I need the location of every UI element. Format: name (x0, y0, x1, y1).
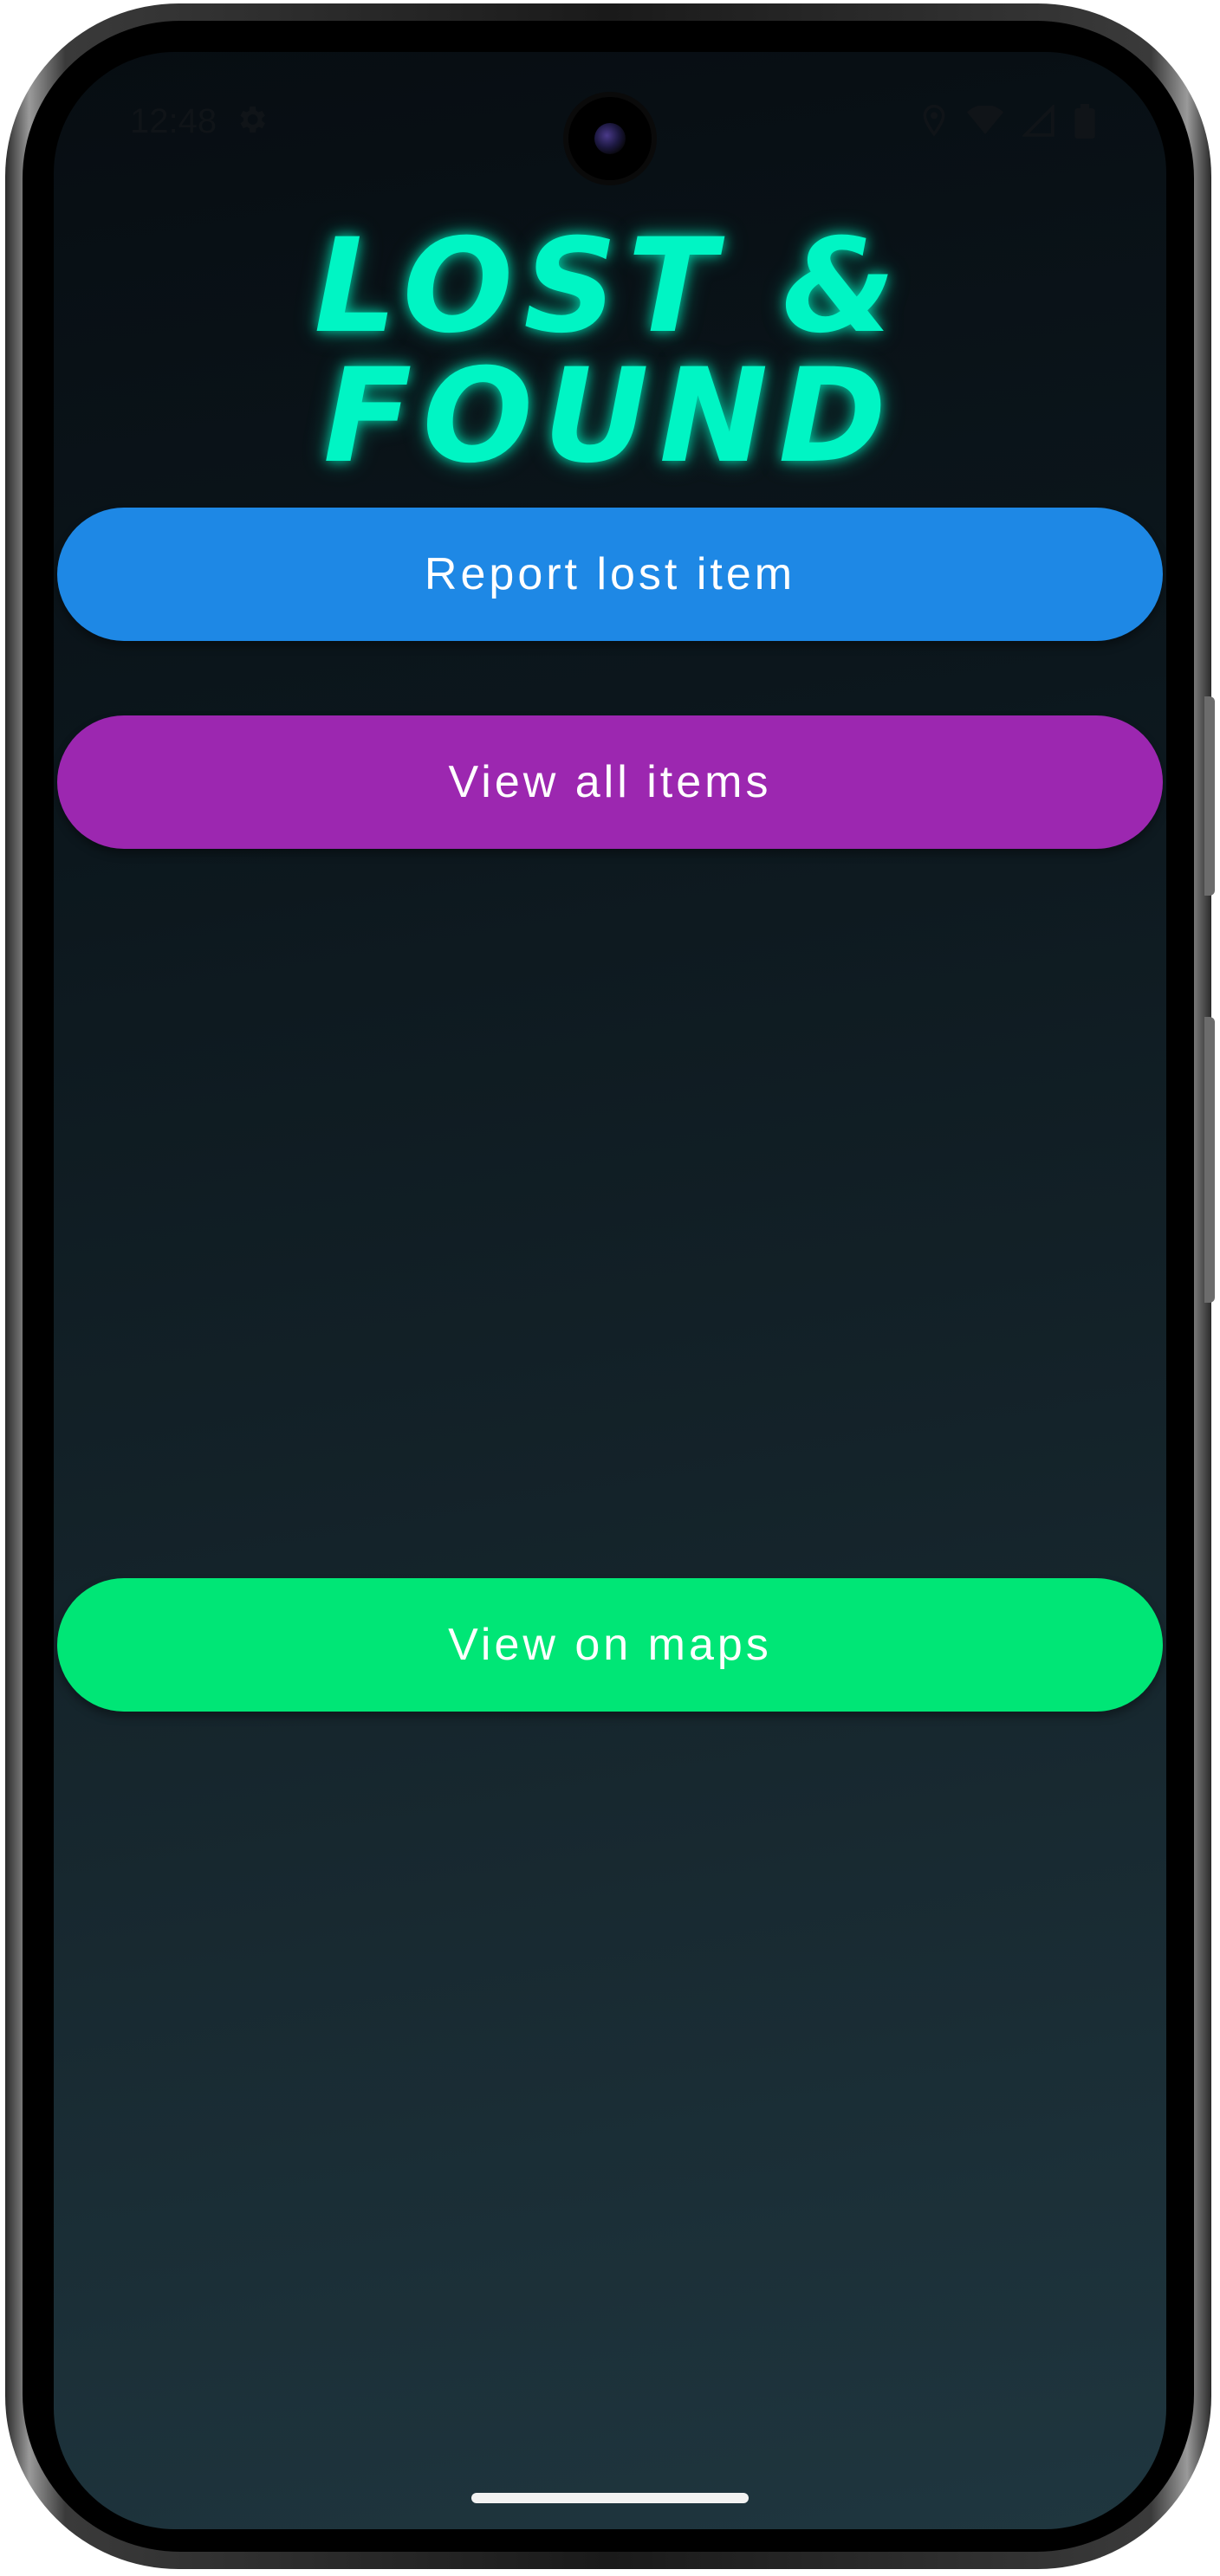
status-icons (920, 102, 1095, 140)
status-time: 12:48 (130, 102, 217, 140)
location-icon (923, 104, 945, 137)
app-title: LOST & FOUND (314, 211, 906, 492)
app-screen: 12:48 LOST & FOUND Report lost item View… (54, 52, 1166, 2529)
volume-button (1204, 1017, 1215, 1303)
wifi-icon (967, 106, 1003, 134)
battery-icon (1074, 104, 1095, 139)
report-lost-item-button[interactable]: Report lost item (57, 508, 1163, 641)
home-indicator[interactable] (471, 2493, 749, 2503)
camera-lens (594, 123, 626, 154)
front-camera (568, 97, 652, 180)
signal-icon (1022, 105, 1055, 137)
phone-frame: 12:48 LOST & FOUND Report lost item View… (5, 3, 1215, 2569)
view-all-items-button[interactable]: View all items (57, 715, 1163, 849)
power-button (1204, 696, 1215, 896)
settings-icon (240, 107, 265, 133)
view-on-maps-button[interactable]: View on maps (57, 1578, 1163, 1712)
